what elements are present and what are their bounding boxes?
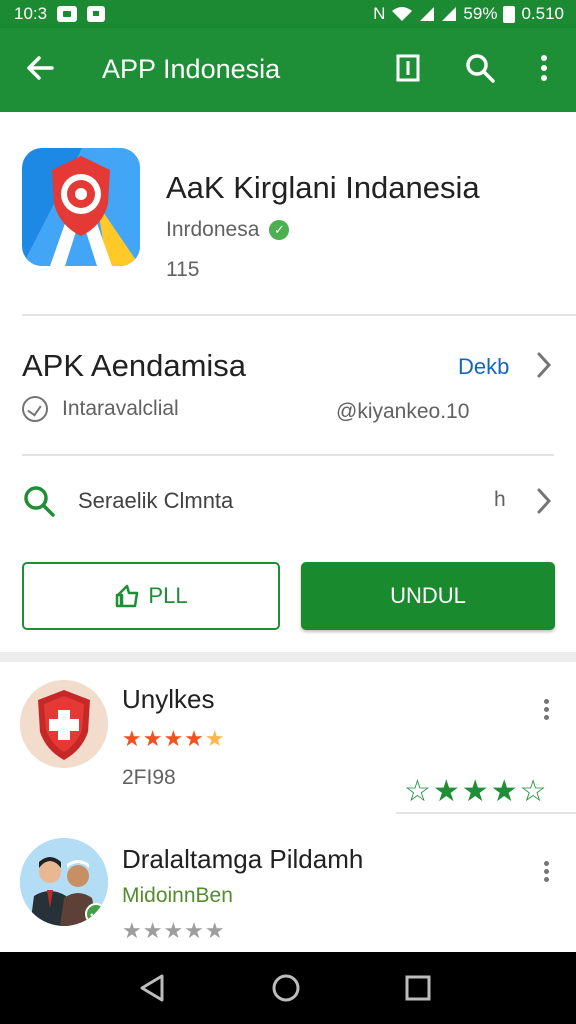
- back-arrow-icon[interactable]: [22, 50, 58, 86]
- status-bar: 10:3 N 59% 0.510: [0, 0, 576, 28]
- battery-icon: [503, 5, 516, 23]
- bookmark-icon[interactable]: [390, 50, 426, 86]
- notification-icon: [57, 6, 78, 22]
- app-count: 115: [166, 258, 200, 281]
- install-button[interactable]: UNDUL: [301, 562, 555, 630]
- star-outline-icon[interactable]: ☆: [520, 775, 549, 808]
- avatar: [20, 838, 108, 926]
- thumb-up-icon: [116, 584, 139, 608]
- signal-icon-2: [442, 7, 457, 21]
- nav-back-icon[interactable]: [132, 968, 172, 1008]
- chevron-right-icon[interactable]: [534, 350, 554, 380]
- divider: [22, 314, 576, 316]
- nfc-icon: N: [373, 4, 386, 23]
- star-icon: ★★★★★: [122, 918, 226, 943]
- list-item[interactable]: Dralaltamga Pildamh MidoinnBen ★★★★★: [0, 832, 576, 952]
- rating-stars: ★★★★★: [122, 918, 226, 944]
- list-item[interactable]: Unylkes ★★★★★ 2FI98 ☆★★★☆: [0, 662, 576, 832]
- list-item-meta: MidoinnBen: [122, 884, 233, 907]
- chevron-right-icon[interactable]: [534, 486, 554, 516]
- more-vert-icon[interactable]: [540, 696, 552, 726]
- app-name: AaK Kirglani Indanesia: [166, 170, 480, 205]
- search-row[interactable]: Seraelik Clmnta: [22, 484, 233, 518]
- developer-name[interactable]: Inrdonesa: [166, 218, 259, 242]
- more-vert-icon[interactable]: [526, 50, 562, 86]
- details-link[interactable]: Dekb: [458, 354, 509, 380]
- app-bar-title: APP Indonesia: [102, 54, 281, 84]
- star-half-icon: ★: [204, 726, 226, 751]
- star-icon[interactable]: ★★★: [433, 775, 520, 808]
- clock-icon: [22, 396, 48, 422]
- status-value: 0.510: [521, 4, 564, 23]
- signal-icon: [420, 7, 435, 21]
- app-bar: APP Indonesia: [0, 28, 576, 112]
- list-item-name: Dralaltamga Pildamh: [122, 844, 364, 874]
- star-outline-icon[interactable]: ☆: [404, 775, 433, 808]
- app-logo-shield: [20, 680, 108, 768]
- verified-badge-icon: ✓: [269, 220, 290, 240]
- divider: [396, 812, 576, 814]
- search-row-label[interactable]: Seraelik Clmnta: [78, 488, 233, 514]
- star-icon: ★★★★: [122, 726, 205, 751]
- thumbs-up-button[interactable]: PLL: [22, 562, 280, 630]
- nav-home-icon[interactable]: [266, 968, 306, 1008]
- details-subtitle-row: Intaravalclial: [22, 396, 179, 422]
- developer[interactable]: Inrdonesa ✓: [166, 218, 290, 242]
- details-title: APK Aendamisa: [22, 348, 247, 383]
- section-separator: [0, 652, 576, 662]
- system-nav-bar: [0, 952, 576, 1024]
- battery-percent: 59%: [463, 4, 498, 23]
- nav-recents-icon[interactable]: [398, 968, 438, 1008]
- thumbs-up-label: PLL: [148, 583, 188, 608]
- message-icon: [87, 6, 106, 22]
- search-row-value: h: [494, 488, 506, 511]
- app-logo[interactable]: [22, 148, 140, 266]
- rate-stars-input[interactable]: ☆★★★☆: [404, 774, 549, 809]
- details-subtitle: Intaravalclial: [62, 397, 179, 420]
- search-icon[interactable]: [462, 50, 498, 86]
- rating-stars: ★★★★★: [122, 726, 226, 752]
- divider: [22, 454, 554, 456]
- wifi-icon: [392, 7, 413, 21]
- more-vert-icon[interactable]: [540, 858, 552, 888]
- list-item-meta: 2FI98: [122, 766, 176, 789]
- details-user: @kiyankeo.10: [336, 400, 470, 423]
- search-icon: [24, 486, 55, 517]
- list-item-name: Unylkes: [122, 684, 215, 714]
- status-time: 10:3: [14, 4, 48, 23]
